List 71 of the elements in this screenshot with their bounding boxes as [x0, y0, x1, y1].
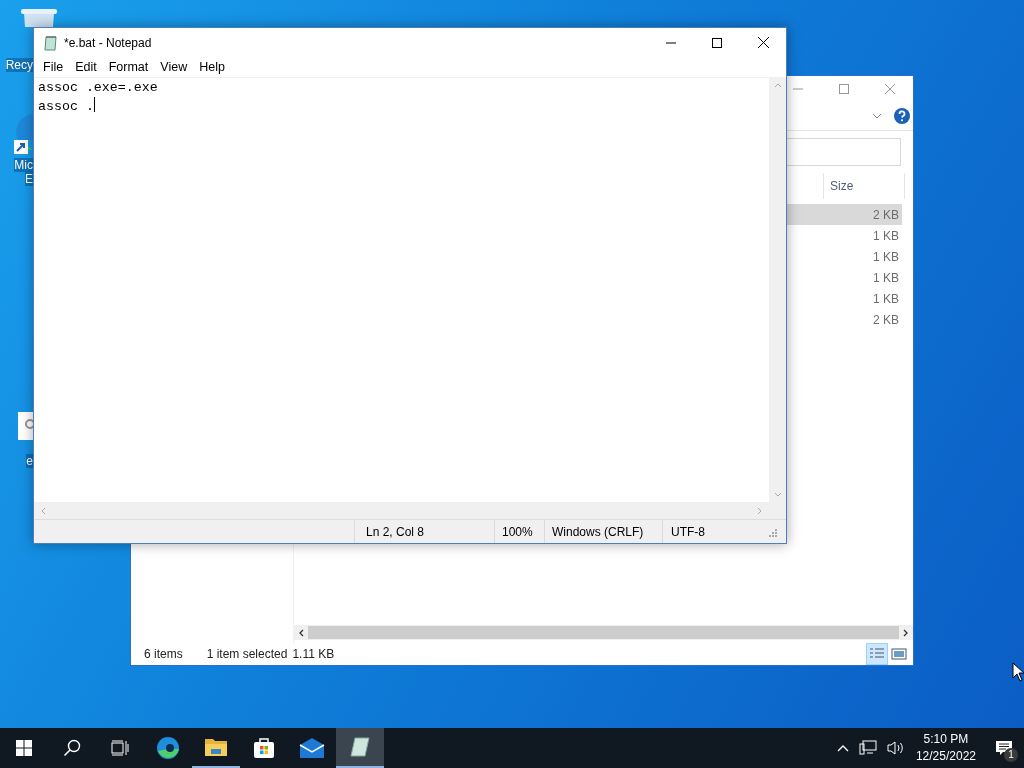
menu-item[interactable]: Format [102, 60, 155, 74]
chevron-down-icon[interactable] [872, 113, 882, 119]
shopping-bag-icon [252, 736, 276, 760]
clock-date: 12/25/2022 [915, 748, 976, 765]
size-cell-text: 1 KB [872, 249, 900, 264]
batch-file-icon[interactable] [18, 412, 33, 440]
zoom-level: 100% [494, 520, 544, 543]
scrollbar-thumb[interactable] [308, 626, 899, 639]
encoding: UTF-8 [662, 520, 767, 543]
size-cell-text: 2 KB [872, 207, 900, 222]
text-cursor [93, 97, 95, 112]
menu-item[interactable]: Edit [69, 60, 103, 74]
minimize-icon[interactable] [666, 41, 676, 44]
column-header[interactable]: Size [823, 173, 905, 199]
close-icon[interactable] [757, 37, 769, 48]
list-icon [869, 647, 885, 661]
file-row[interactable]: 2 KB [786, 309, 902, 330]
notepad-icon [43, 34, 59, 51]
browser-icon [156, 736, 180, 760]
desktop-icon-label: E [25, 172, 33, 186]
resize-grip-icon[interactable] [767, 526, 777, 537]
file-row[interactable]: 1 KB [786, 246, 902, 267]
clock-time: 5:10 PM [923, 731, 969, 748]
notepad-icon [349, 736, 371, 758]
item-count: 6 items [144, 647, 183, 661]
window-title: *e.bat - Notepad [64, 35, 152, 50]
line-ending: Windows (CRLF) [544, 520, 662, 543]
search-icon[interactable] [63, 739, 81, 757]
menu-item[interactable]: Help [193, 60, 231, 74]
network-icon[interactable] [858, 740, 877, 756]
size-cell-text: 1 KB [872, 270, 900, 285]
file-row[interactable]: 1 KB [786, 288, 902, 309]
mouse-pointer-icon [1012, 662, 1024, 682]
file-row[interactable]: 1 KB [786, 225, 902, 246]
folder-icon [204, 736, 228, 758]
selection-status: 1 item selected [206, 647, 288, 661]
task-view-icon[interactable] [111, 740, 129, 756]
desktop-icon-label: Recy [5, 58, 33, 72]
maximize-icon[interactable] [712, 37, 722, 48]
thumbnail-icon [891, 647, 907, 661]
details-view-button[interactable] [867, 644, 887, 664]
scroll-right-icon[interactable] [901, 628, 909, 637]
menu-item[interactable]: File [37, 60, 70, 74]
size-cell-text: 1 KB [872, 228, 900, 243]
desktop-icon-label: e [26, 454, 33, 468]
speaker-icon[interactable] [886, 740, 905, 756]
desktop-icon-label: Mic [14, 158, 33, 172]
action-center-button[interactable]: 1 [984, 728, 1024, 768]
file-row[interactable]: 2 KB [786, 204, 902, 225]
notification-count: 1 [1004, 748, 1018, 762]
envelope-icon [299, 737, 325, 759]
text-editor[interactable]: assoc .exe=.exe assoc . [34, 78, 769, 502]
selection-size: 1.11 KB [292, 647, 335, 661]
text-line: assoc .exe=.exe [38, 80, 158, 95]
recycle-bin-icon[interactable] [20, 9, 58, 27]
scroll-down-icon[interactable] [773, 490, 782, 498]
notepad-taskbar-button[interactable] [336, 728, 384, 768]
chevron-up-icon[interactable] [836, 744, 849, 752]
horizontal-scrollbar[interactable] [294, 625, 913, 640]
help-icon[interactable] [894, 108, 910, 124]
cursor-position: Ln 2, Col 8 [354, 520, 494, 543]
scroll-left-icon[interactable] [298, 628, 306, 637]
menu-item[interactable]: View [154, 60, 194, 74]
text-line: assoc . [38, 99, 94, 114]
clock[interactable]: 5:10 PM 12/25/2022 [915, 731, 976, 765]
file-row[interactable]: 1 KB [786, 267, 902, 288]
vertical-scrollbar[interactable] [769, 78, 786, 502]
start-button[interactable] [16, 740, 32, 756]
scroll-up-icon[interactable] [773, 82, 782, 90]
size-cell-text: 2 KB [872, 312, 900, 327]
size-cell-text: 1 KB [872, 291, 900, 306]
